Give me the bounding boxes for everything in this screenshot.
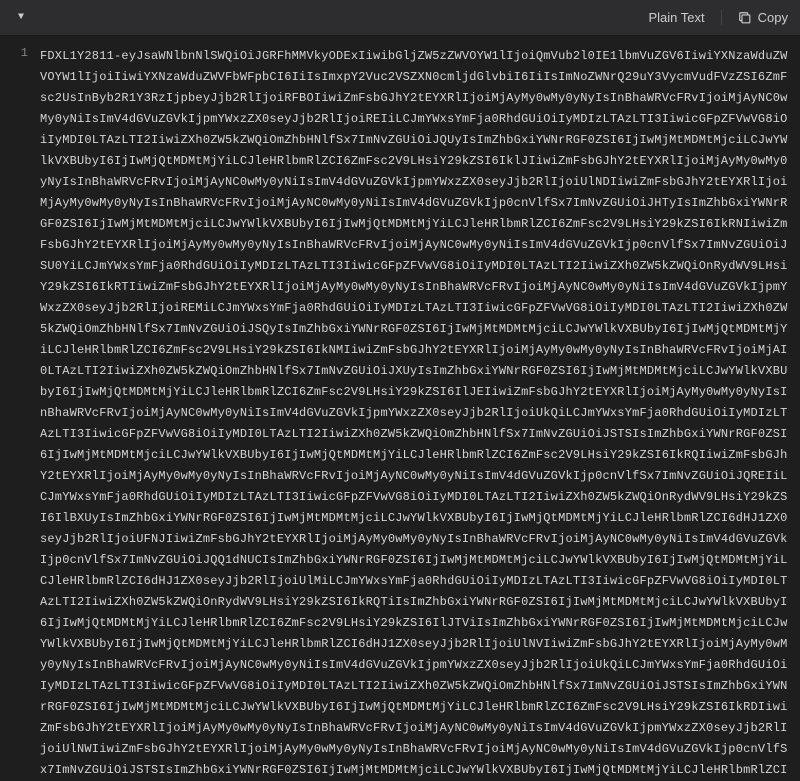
line-number: 1	[0, 46, 28, 60]
copy-icon	[738, 11, 752, 25]
toolbar-right: Plain Text Copy	[649, 10, 789, 25]
chevron-down-icon[interactable]: ▼	[12, 8, 30, 27]
copy-label: Copy	[758, 10, 788, 25]
language-label[interactable]: Plain Text	[649, 10, 705, 25]
code-area: 1 FDXL1Y2811-eyJsaWNlbnNlSWQiOiJGRFhMMVk…	[0, 36, 800, 781]
copy-button[interactable]: Copy	[721, 10, 788, 25]
line-gutter: 1	[0, 36, 40, 781]
editor-toolbar: ▼ Plain Text Copy	[0, 0, 800, 36]
toolbar-left: ▼	[12, 8, 30, 27]
code-content[interactable]: FDXL1Y2811-eyJsaWNlbnNlSWQiOiJGRFhMMVkyO…	[40, 36, 800, 781]
